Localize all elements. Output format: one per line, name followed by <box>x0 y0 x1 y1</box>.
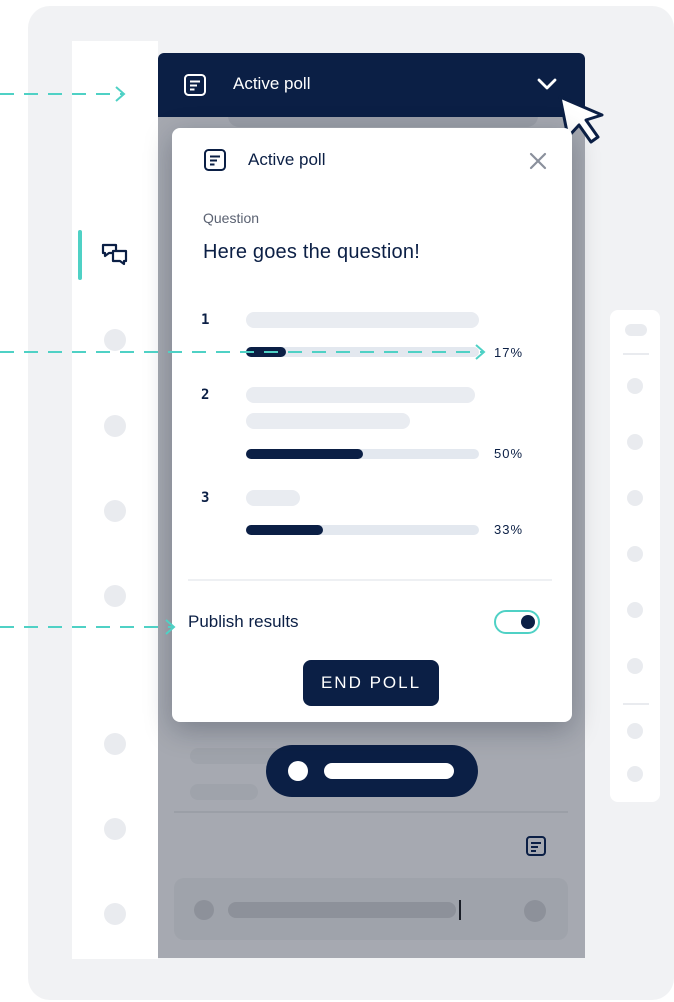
rail-nav-item[interactable] <box>627 378 643 394</box>
text-caret <box>459 900 461 920</box>
modal-divider <box>188 579 552 581</box>
rail-nav-item[interactable] <box>627 546 643 562</box>
option-text-placeholder <box>246 490 300 506</box>
rail-nav-item[interactable] <box>104 733 126 755</box>
rail-nav-item[interactable] <box>104 585 126 607</box>
result-bar-fill <box>246 449 363 459</box>
question-text: Here goes the question! <box>203 241 420 263</box>
input-placeholder <box>228 902 456 918</box>
option-text-placeholder <box>246 387 475 403</box>
rail-nav-item[interactable] <box>104 500 126 522</box>
toggle-knob <box>521 615 535 629</box>
result-percent: 17% <box>494 345 524 360</box>
rail-nav-item[interactable] <box>627 723 643 739</box>
close-icon[interactable] <box>527 150 549 172</box>
end-poll-button[interactable]: END POLL <box>303 660 439 706</box>
chat-bubbles-icon[interactable] <box>100 242 130 268</box>
panel-divider <box>174 811 568 813</box>
option-number: 1 <box>201 312 210 328</box>
result-percent: 33% <box>494 522 524 537</box>
rail-nav-item[interactable] <box>627 602 643 618</box>
publish-results-toggle[interactable] <box>494 610 540 634</box>
poll-icon <box>204 149 226 171</box>
option-text-placeholder <box>246 413 410 429</box>
rail-nav-item[interactable] <box>104 818 126 840</box>
question-label: Question <box>203 210 260 226</box>
result-percent: 50% <box>494 446 524 461</box>
rail-nav-item[interactable] <box>627 658 643 674</box>
emoji-icon[interactable] <box>194 900 214 920</box>
result-bar <box>246 449 479 459</box>
active-indicator <box>78 230 82 280</box>
option-number: 3 <box>201 490 210 506</box>
rail-divider <box>623 353 649 355</box>
poll-icon[interactable] <box>525 835 547 857</box>
rail-nav-item[interactable] <box>627 434 643 450</box>
publish-results-label: Publish results <box>188 612 299 631</box>
message-input[interactable] <box>174 878 568 940</box>
poll-icon <box>184 74 206 96</box>
rail-nav-item[interactable] <box>627 766 643 782</box>
rail-nav-item[interactable] <box>627 490 643 506</box>
annotation-arrow <box>0 86 126 102</box>
header-title: Active poll <box>233 74 311 93</box>
modal-title: Active poll <box>248 150 326 169</box>
right-side-rail <box>610 310 660 802</box>
toolbar-label-placeholder <box>324 763 454 779</box>
floating-toolbar[interactable] <box>266 745 478 797</box>
active-poll-header[interactable] <box>158 53 585 117</box>
rail-nav-item[interactable] <box>104 415 126 437</box>
annotation-arrow <box>0 344 486 360</box>
option-number: 2 <box>201 387 210 403</box>
send-icon[interactable] <box>524 900 546 922</box>
message-placeholder <box>190 784 258 800</box>
chevron-down-icon[interactable] <box>536 76 558 92</box>
result-bar-fill <box>246 525 323 535</box>
annotation-arrow <box>0 619 176 635</box>
rail-nav-item[interactable] <box>104 903 126 925</box>
toolbar-icon <box>288 761 308 781</box>
result-bar <box>246 525 479 535</box>
option-text-placeholder <box>246 312 479 328</box>
rail-placeholder <box>625 324 647 336</box>
rail-divider <box>623 703 649 705</box>
